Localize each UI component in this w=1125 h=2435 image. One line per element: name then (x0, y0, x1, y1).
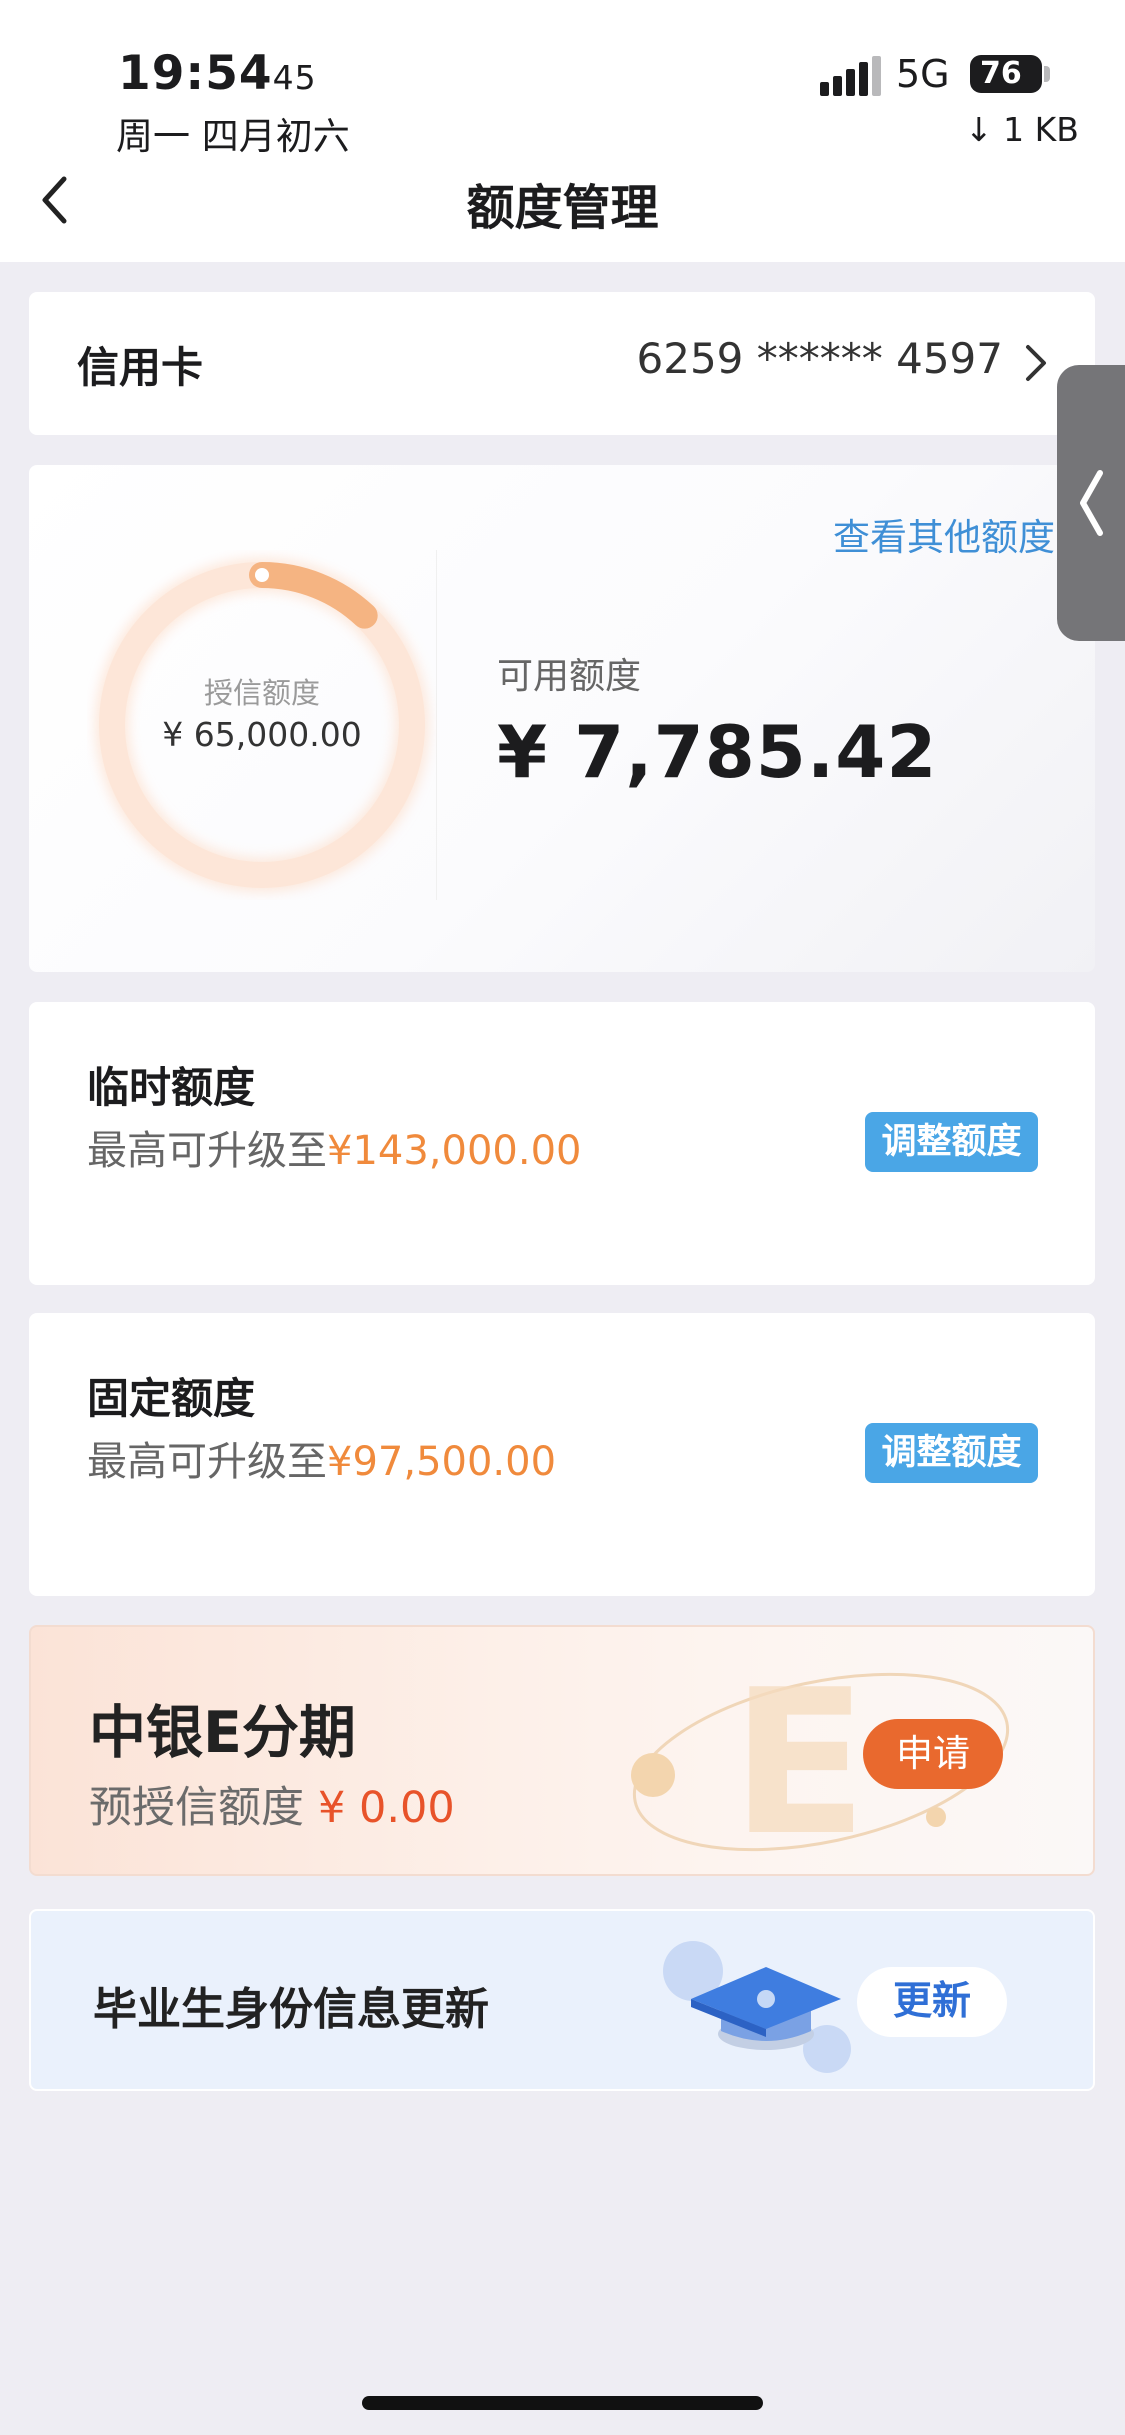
update-button[interactable]: 更新 (857, 1967, 1007, 2037)
temporary-limit-desc: 最高可升级至¥143,000.00 (87, 1128, 582, 1174)
graduation-cap-icon (663, 1941, 851, 2073)
temporary-limit-max: ¥143,000.00 (327, 1128, 582, 1174)
status-time: 19:5445 (118, 46, 317, 101)
ring-used-arc (249, 562, 378, 629)
battery-icon: 76 (970, 55, 1042, 93)
page-title: 额度管理 (466, 180, 659, 236)
graduate-update-card[interactable]: 毕业生身份信息更新 更新 (29, 1909, 1095, 2091)
card-number: 6259 ****** 4597 (636, 334, 1003, 383)
side-floating-tab[interactable] (1057, 365, 1125, 641)
installment-card[interactable]: E 中银E分期 预授信额度 ¥ 0.00 申请 (29, 1625, 1095, 1876)
status-date: 周一 四月初六 (116, 115, 350, 158)
adjust-fixed-limit-button[interactable]: 调整额度 (865, 1423, 1038, 1483)
adjust-temporary-limit-button[interactable]: 调整额度 (865, 1112, 1038, 1172)
available-limit-value: ¥ 7,785.42 (497, 710, 938, 794)
fixed-limit-desc: 最高可升级至¥97,500.00 (87, 1439, 557, 1485)
temporary-limit-card: 临时额度 最高可升级至¥143,000.00 调整额度 (29, 1002, 1095, 1285)
graduate-update-title: 毕业生身份信息更新 (93, 1984, 489, 2035)
network-type: 5G (896, 52, 950, 96)
top-header: 19:5445 周一 四月初六 5G 76 ↓ 1 KB 额度管理 (0, 0, 1125, 262)
account-type-label: 信用卡 (77, 343, 204, 392)
battery-cap (1044, 66, 1050, 82)
view-other-limits-link[interactable]: 查看其他额度 (833, 507, 1055, 561)
installment-amount: ¥ 0.00 (318, 1783, 455, 1833)
available-limit-label: 可用额度 (497, 656, 642, 697)
installment-title: 中银E分期 (89, 1700, 356, 1766)
chevron-right-icon (1025, 338, 1055, 388)
credit-ring-chart: 授信额度 ¥ 65,000.00 (87, 550, 437, 900)
fixed-limit-card: 固定额度 最高可升级至¥97,500.00 调整额度 (29, 1313, 1095, 1596)
fixed-limit-max: ¥97,500.00 (327, 1439, 557, 1485)
temporary-limit-title: 临时额度 (87, 1063, 256, 1112)
svg-text:E: E (731, 1647, 868, 1867)
account-selector[interactable]: 信用卡 6259 ****** 4597 (29, 292, 1095, 435)
chevron-left-icon (1080, 470, 1103, 536)
home-indicator[interactable] (362, 2396, 763, 2410)
signal-icon (820, 56, 881, 96)
apply-button[interactable]: 申请 (863, 1719, 1003, 1789)
ring-start-dot (255, 568, 269, 582)
credit-limit-label: 授信额度 (203, 676, 320, 710)
installment-desc: 预授信额度 ¥ 0.00 (89, 1783, 455, 1833)
status-seconds: 45 (272, 58, 317, 97)
network-speed: ↓ 1 KB (965, 110, 1079, 149)
credit-limit-value: ¥ 65,000.00 (162, 715, 362, 754)
fixed-limit-title: 固定额度 (87, 1374, 256, 1423)
credit-summary-card: 查看其他额度 授信额度 ¥ 65,000.00 可用额度 ¥ 7,785.42 (29, 465, 1095, 972)
